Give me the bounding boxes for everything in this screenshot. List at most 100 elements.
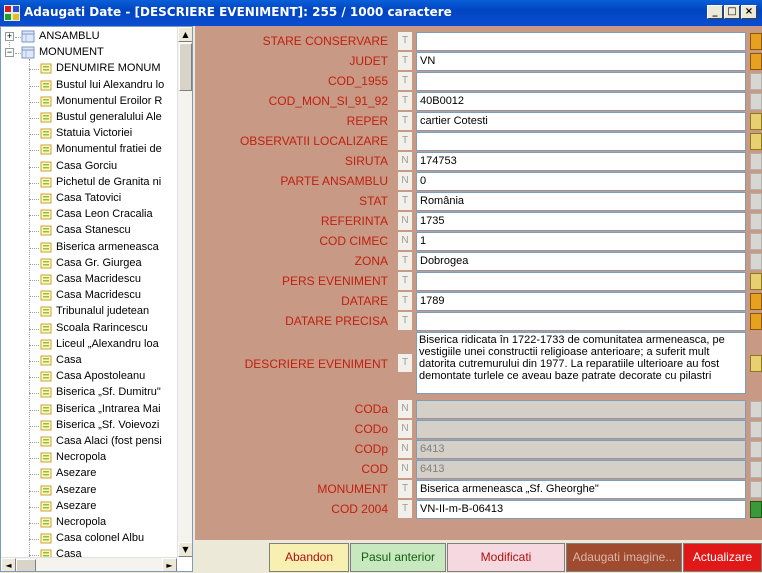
field-label: CODa [354,402,388,416]
lock-icon-button[interactable] [750,293,762,310]
form-row: ZONA T Dobrogea [195,252,762,271]
field-input[interactable]: 0 [416,172,746,191]
tree-child-label: Biserica „Sf. Dumitru" [56,386,161,399]
field-input[interactable] [416,272,746,291]
tree-connector [29,150,39,152]
field-input[interactable]: Biserica armeneasca „Sf. Gheorghe" [416,480,746,499]
form-row: COD CIMEC N 1 [195,232,762,251]
tree-connector [29,377,39,379]
tree-child-label: Casa Macridescu [56,289,141,302]
field-input[interactable]: România [416,192,746,211]
tree-child-label: Liceul „Alexandru loa [56,337,159,350]
field-action-button[interactable] [750,73,762,90]
scroll-right-button[interactable]: ► [162,558,177,571]
folder-icon-button[interactable] [750,113,762,130]
monument-tree[interactable]: + ANSAMBLU − MONUMENT DENUMIRE MONUM Bustul l… [0,26,193,572]
folder-icon-button[interactable] [750,133,762,150]
field-input[interactable]: VN [416,52,746,71]
record-node-icon [40,144,52,155]
tree-connector [29,539,39,541]
minimize-button[interactable]: _ [707,5,723,19]
folder-icon-button[interactable] [750,355,762,372]
field-action-button[interactable] [750,93,762,110]
tree-connector [29,199,39,200]
field-label: PARTE ANSAMBLU [280,174,388,188]
tree-connector [29,361,39,362]
scroll-up-button[interactable]: ▲ [178,27,192,42]
field-input[interactable]: Dobrogea [416,252,746,271]
previous-step-button[interactable]: Pasul anterior [350,543,446,572]
maximize-button[interactable]: □ [724,5,740,19]
tree-connector [29,393,39,395]
modified-button[interactable]: Modificati [447,543,565,572]
field-label: JUDET [349,54,388,68]
tree-connector [29,247,39,249]
field-action-button[interactable] [750,213,762,230]
scroll-down-button[interactable]: ▼ [178,542,192,557]
record-node-icon [40,80,52,91]
window-title: Adaugati Date - [DESCRIERE EVENIMENT]: 2… [24,5,452,19]
field-type-indicator: N [398,440,412,458]
close-button[interactable]: × [741,5,757,19]
record-node-icon [40,209,52,220]
field-action-button[interactable] [750,421,762,438]
field-input[interactable]: VN-II-m-B-06413 [416,500,746,519]
lock-icon-button[interactable] [750,33,762,50]
description-textarea[interactable]: Biserica ridicata în 1722-1733 de comuni… [416,332,746,394]
field-action-button[interactable] [750,253,762,270]
tree-child-label: Casa Gorciu [56,159,118,172]
abandon-button[interactable]: Abandon [269,543,349,572]
field-input[interactable] [416,132,746,151]
record-node-icon [40,177,52,188]
tree-child-label: Statuia Victoriei [56,127,133,140]
tree-connector [29,328,39,330]
tree-connector [29,425,39,427]
field-input[interactable]: 1789 [416,292,746,311]
tree-horizontal-scrollbar[interactable]: ◄ ► [1,557,177,571]
field-action-button[interactable] [750,461,762,478]
field-input: 6413 [416,460,746,479]
tree-connector [29,442,39,443]
update-button[interactable]: Actualizare [683,543,762,572]
vertical-scroll-thumb[interactable] [179,43,192,91]
record-node-icon [40,404,52,415]
folder-icon-button[interactable] [750,273,762,290]
field-label: CODp [354,442,388,456]
field-type-indicator: T [398,312,412,330]
tree-connector [29,231,39,233]
field-action-button[interactable] [750,401,762,418]
tree-expander-icon[interactable]: − [5,48,14,58]
lock-icon-button[interactable] [750,53,762,70]
field-label: COD CIMEC [319,234,388,248]
field-input[interactable]: 1 [416,232,746,251]
field-input[interactable] [416,32,746,51]
tree-connector [29,506,39,508]
field-input[interactable]: cartier Cotesti [416,112,746,131]
field-action-button[interactable] [750,153,762,170]
tree-child-label: Casa [56,354,82,366]
horizontal-scroll-thumb[interactable] [16,559,36,571]
lock-icon-button[interactable] [750,313,762,330]
record-node-icon [40,436,52,447]
field-action-button[interactable] [750,233,762,250]
record-node-icon [40,371,52,382]
tree-connector [29,280,39,281]
field-action-button[interactable] [750,173,762,190]
lock-green-icon-button[interactable] [750,501,762,518]
field-action-button[interactable] [750,193,762,210]
field-label: PERS EVENIMENT [281,274,388,288]
scroll-left-button[interactable]: ◄ [1,558,16,571]
field-action-button[interactable] [750,441,762,458]
field-input[interactable]: 40B0012 [416,92,746,111]
field-input[interactable] [416,312,746,331]
field-input[interactable]: 1735 [416,212,746,231]
tree-connector [29,523,39,524]
field-input[interactable]: 174753 [416,152,746,171]
record-node-icon [40,501,52,512]
field-action-button[interactable] [750,481,762,498]
add-images-button[interactable]: Adaugati imagine... [566,543,682,572]
tree-vertical-scrollbar[interactable]: ▲ ▼ [177,27,192,557]
tree-expander-icon[interactable]: + [5,32,14,41]
field-label: STAT [359,194,388,208]
field-input[interactable] [416,72,746,91]
